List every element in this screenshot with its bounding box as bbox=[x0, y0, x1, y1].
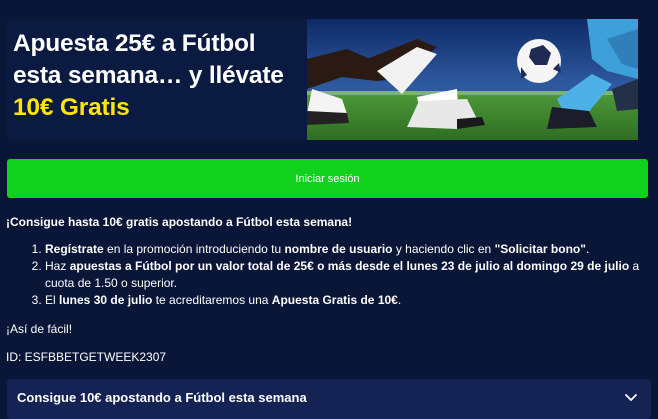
promo-terms-accordion[interactable]: Consigue 10€ apostando a Fútbol esta sem… bbox=[7, 379, 651, 419]
promo-step: El lunes 30 de julio te acreditaremos un… bbox=[45, 292, 652, 309]
banner-line-1: Apuesta 25€ a Fútbol bbox=[13, 30, 256, 57]
football-players-image bbox=[307, 19, 638, 140]
promo-headline: ¡Consigue hasta 10€ gratis apostando a F… bbox=[6, 215, 353, 229]
accordion-title: Consigue 10€ apostando a Fútbol esta sem… bbox=[17, 390, 307, 405]
step-text: El bbox=[45, 293, 60, 307]
step-text: "Solicitar bono" bbox=[494, 242, 586, 256]
step-text: apuestas a Fútbol por un valor total de … bbox=[69, 259, 630, 273]
step-text: te acreditaremos una bbox=[152, 293, 272, 307]
promo-step: Haz apuestas a Fútbol por un valor total… bbox=[45, 258, 652, 292]
login-button-label: Iniciar sesión bbox=[295, 172, 360, 185]
step-text: Apuesta Gratis de 10€ bbox=[271, 293, 398, 307]
promo-id: ID: ESFBBETGETWEEK2307 bbox=[6, 350, 167, 364]
chevron-down-icon[interactable] bbox=[623, 389, 639, 405]
step-text: en la promoción introduciendo tu bbox=[103, 242, 285, 256]
step-text: nombre de usuario bbox=[284, 242, 393, 256]
step-text: . bbox=[585, 242, 590, 256]
banner-headline: Apuesta 25€ a Fútbol esta semana… y llév… bbox=[13, 28, 284, 124]
promo-banner: Apuesta 25€ a Fútbol esta semana… y llév… bbox=[7, 19, 638, 140]
promo-description: ¡Consigue hasta 10€ gratis apostando a F… bbox=[6, 214, 652, 366]
promo-closing: ¡Así de fácil! bbox=[6, 322, 73, 336]
step-text: Haz bbox=[45, 259, 70, 273]
step-text: Regístrate bbox=[45, 242, 104, 256]
step-text: y haciendo clic en bbox=[392, 242, 495, 256]
step-text: . bbox=[397, 293, 402, 307]
banner-highlight: 10€ Gratis bbox=[13, 94, 130, 121]
step-text: lunes 30 de julio bbox=[59, 293, 153, 307]
promo-steps: Regístrate en la promoción introduciendo… bbox=[6, 241, 652, 309]
banner-line-2: esta semana… y llévate bbox=[13, 62, 284, 89]
promo-step: Regístrate en la promoción introduciendo… bbox=[45, 241, 652, 258]
login-button[interactable]: Iniciar sesión bbox=[7, 159, 648, 198]
